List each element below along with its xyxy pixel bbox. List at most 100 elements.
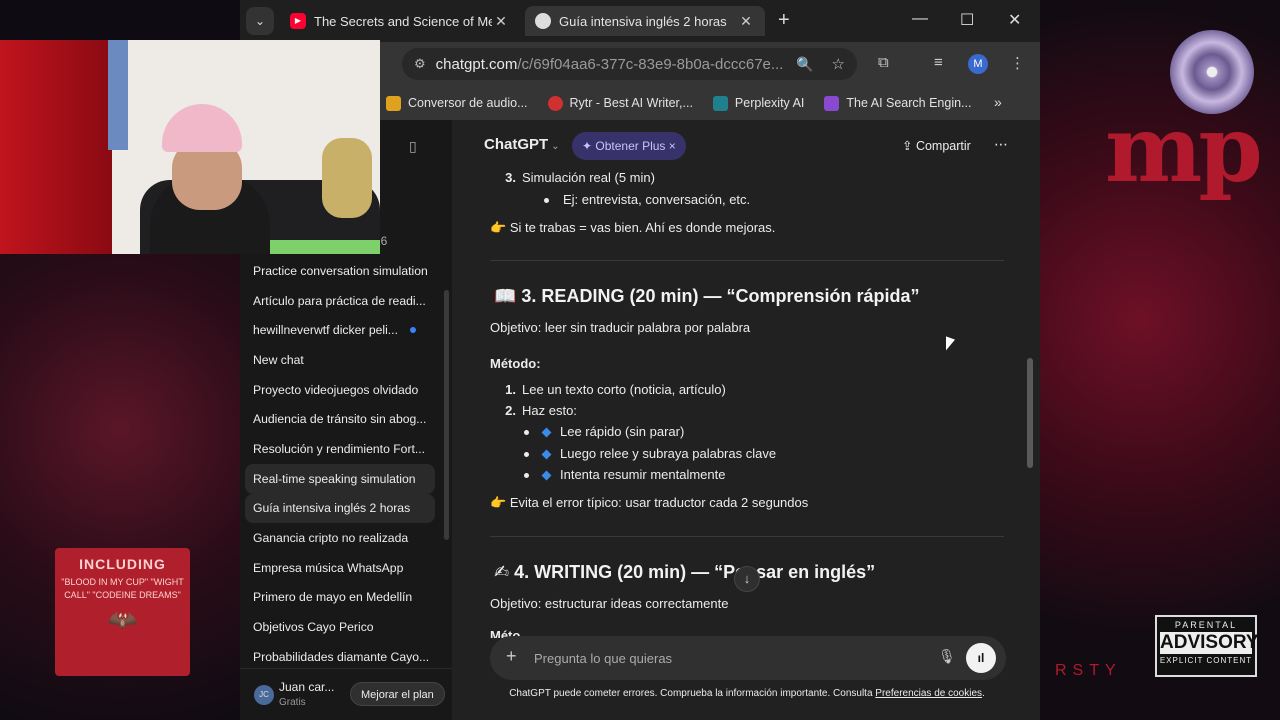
address-bar[interactable]: ⚙ chatgpt.com/c/69f04aa6-377c-83e9-8b0a-… — [402, 48, 857, 80]
user-avatar[interactable]: JC — [254, 685, 274, 705]
list-text: Simulación real (5 min) — [522, 170, 655, 185]
bookmark-item[interactable]: Perplexity AI — [712, 95, 804, 111]
youtube-icon: ▶ — [290, 13, 306, 29]
divider — [490, 536, 1004, 537]
conversation-scrollbar[interactable] — [1027, 358, 1033, 468]
list-text: Lee un texto corto (noticia, artículo) — [522, 382, 726, 397]
prompt-input[interactable] — [534, 646, 924, 670]
chat-item[interactable]: New chat — [245, 345, 435, 375]
more-options-icon[interactable]: ⋯ — [994, 136, 1008, 153]
bookmark-item[interactable]: The AI Search Engin... — [824, 95, 972, 111]
sidebar-toggle-icon[interactable]: ▯ — [409, 138, 417, 155]
microphone-icon[interactable]: 🎙 — [938, 648, 956, 665]
chat-item[interactable]: Practice conversation simulation — [245, 256, 435, 286]
voice-mode-button[interactable]: ıl — [966, 643, 996, 673]
tab-chatgpt[interactable]: Guía intensiva inglés 2 horas ✕ — [525, 6, 765, 36]
blue-diamond-icon — [541, 470, 552, 481]
list-text: Intenta resumir mentalmente — [560, 467, 726, 482]
tab-title: The Secrets and Science of Men — [314, 13, 492, 29]
cookie-preferences-link[interactable]: Preferencias de cookies — [875, 688, 982, 699]
chat-item-hovered[interactable]: Real-time speaking simulation — [245, 463, 435, 494]
bookmark-item[interactable]: Conversor de audio... — [386, 95, 528, 111]
tip-line: 👉 Evita el error típico: usar traductor … — [490, 495, 808, 511]
share-button[interactable]: ⇪ Compartir — [902, 138, 971, 153]
bullet-icon — [524, 452, 529, 458]
chatgpt-icon — [535, 13, 551, 29]
chat-item-active[interactable]: Guía intensiva inglés 2 horas — [245, 493, 435, 524]
profile-avatar[interactable]: M — [968, 54, 988, 74]
tip-line: 👉 Si te trabas = vas bien. Ahí es donde … — [490, 220, 775, 236]
cam-red-curtain — [0, 40, 112, 254]
album-footer-text: RSTY — [1055, 662, 1122, 679]
scroll-to-bottom-button[interactable]: ↓ — [734, 566, 760, 592]
bookmark-favicon-icon — [712, 95, 728, 111]
conversation-header: ChatGPT ⌄ ✦ Obtener Plus × ⇪ Compartir ⋯ — [452, 130, 1040, 162]
chat-item-label: Guía intensiva inglés 2 horas — [253, 501, 411, 516]
user-menu[interactable]: JC Juan car... Gratis Mejorar el plan — [240, 668, 452, 720]
site-info-icon[interactable]: ⚙ — [414, 56, 426, 72]
chat-item-label: Practice conversation simulation — [253, 263, 428, 278]
list-text: Ej: entrevista, conversación, etc. — [563, 192, 751, 207]
chat-item-label: Resolución y rendimiento Fort... — [253, 441, 426, 456]
advisory-mid: ADVISORY — [1160, 632, 1259, 654]
upgrade-plan-button[interactable]: Mejorar el plan — [350, 682, 445, 706]
chat-item[interactable]: Resolución y rendimiento Fort... — [245, 434, 435, 464]
cam-microphone — [322, 138, 372, 218]
book-icon: 📖 — [494, 286, 522, 306]
chat-item-label: Ganancia cripto no realizada — [253, 531, 409, 546]
menu-kebab-icon[interactable]: ⋮ — [1010, 54, 1025, 72]
chat-item[interactable]: hewillneverwtf dicker peli... — [245, 315, 435, 345]
sidebar-scrollbar[interactable] — [444, 290, 449, 540]
chat-item[interactable]: Primero de mayo en Medellín — [245, 583, 435, 613]
chat-item-label: New chat — [253, 352, 304, 367]
chat-item[interactable]: Objetivos Cayo Perico — [245, 612, 435, 642]
minimize-button[interactable]: — — [912, 10, 928, 28]
sub-list-item: Lee rápido (sin parar) — [524, 424, 684, 439]
maximize-button[interactable]: ☐ — [960, 10, 974, 30]
pointing-hand-icon: 👉 — [490, 495, 510, 510]
chat-item[interactable]: Ganancia cripto no realizada — [245, 523, 435, 553]
disclaimer-text: ChatGPT puede cometer errores. Comprueba… — [509, 688, 876, 699]
extensions-icon[interactable]: ⧉ — [878, 54, 889, 71]
heading-text: 4. WRITING (20 min) — “Pensar en inglés” — [514, 562, 876, 582]
user-name: Juan car... — [279, 680, 335, 694]
attach-plus-icon[interactable]: + — [506, 646, 517, 667]
more-bookmarks-icon[interactable]: » — [994, 94, 1002, 110]
chat-item[interactable]: Empresa música WhatsApp — [245, 553, 435, 583]
media-controls-icon[interactable]: ≡ — [934, 54, 943, 71]
close-tab-icon[interactable]: ✕ — [737, 13, 755, 30]
objective-line: Objetivo: leer sin traducir palabra por … — [490, 320, 751, 335]
section-heading: ✍ 4. WRITING (20 min) — “Pensar en inglé… — [494, 562, 875, 583]
chat-item[interactable]: Proyecto videojuegos olvidado — [245, 375, 435, 405]
chat-item[interactable]: Audiencia de tránsito sin abog... — [245, 404, 435, 434]
share-icon: ⇪ — [902, 139, 916, 153]
model-selector[interactable]: ChatGPT ⌄ — [484, 136, 560, 153]
heading-text: 3. READING (20 min) — “Comprensión rápid… — [521, 286, 920, 306]
conversation-area: ChatGPT ⌄ ✦ Obtener Plus × ⇪ Compartir ⋯ … — [452, 120, 1040, 720]
list-text: Haz esto: — [522, 403, 577, 418]
zoom-icon[interactable]: 🔍 — [796, 56, 813, 73]
close-icon[interactable]: × — [665, 139, 676, 153]
chat-item-label: Artículo para práctica de readi... — [253, 293, 426, 308]
list-number: 3. — [505, 170, 516, 185]
bookmark-label: The AI Search Engin... — [846, 96, 972, 110]
tab-title: Guía intensiva inglés 2 horas — [559, 13, 727, 29]
tab-youtube[interactable]: ▶ The Secrets and Science of Men ✕ — [280, 6, 520, 36]
bookmark-favicon-icon — [386, 95, 401, 111]
sticker-lines: "BLOOD IN MY CUP" "WIGHT CALL" "CODEINE … — [61, 577, 184, 600]
blue-diamond-icon — [541, 449, 552, 460]
get-plus-button[interactable]: ✦ Obtener Plus × — [572, 132, 686, 160]
parental-advisory-label: PARENTAL ADVISORY EXPLICIT CONTENT — [1155, 615, 1259, 677]
bookmark-favicon-icon — [547, 95, 563, 111]
webcam-overlay — [0, 40, 380, 254]
list-item: 3. Simulación real (5 min) — [490, 170, 655, 185]
tab-search-button[interactable]: ⌄ — [246, 7, 274, 35]
close-window-button[interactable]: ✕ — [1008, 10, 1021, 30]
bookmark-item[interactable]: Rytr - Best AI Writer,... — [547, 95, 693, 111]
chat-item[interactable]: Artículo para práctica de readi... — [245, 286, 435, 316]
close-tab-icon[interactable]: ✕ — [492, 13, 510, 30]
sparkle-icon: ✦ — [582, 139, 596, 153]
bookmark-star-icon[interactable]: ☆ — [832, 55, 845, 73]
bookmark-favicon-icon — [824, 95, 840, 111]
new-tab-button[interactable]: + — [778, 9, 790, 32]
